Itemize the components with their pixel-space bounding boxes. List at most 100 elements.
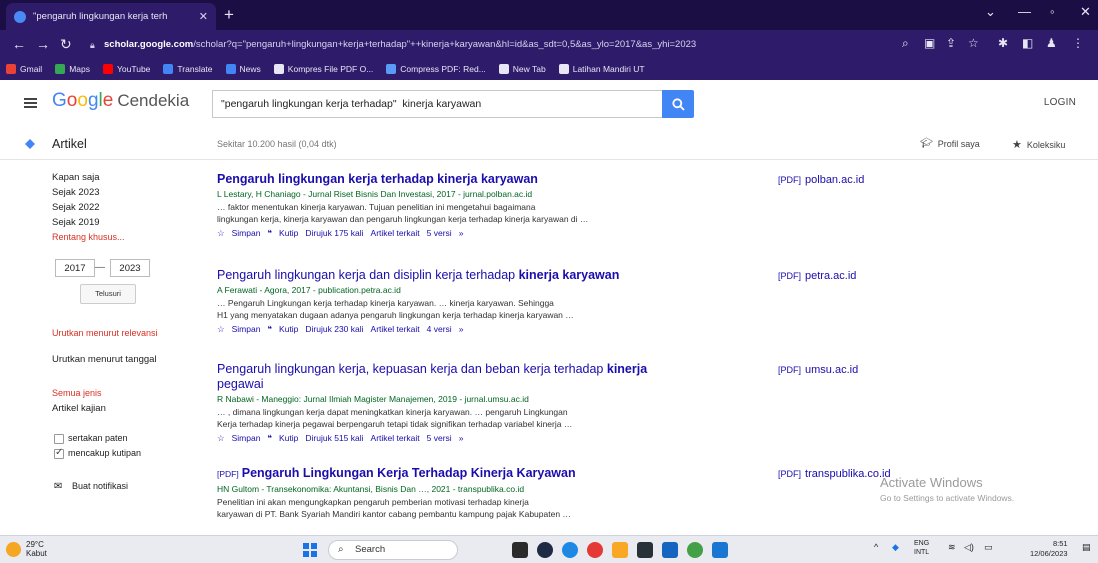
tab-search-chevron-icon[interactable]: ⌄ [985, 4, 996, 20]
save-link[interactable]: Simpan [232, 323, 261, 335]
bookmark-item[interactable]: Compress PDF: Red... [386, 64, 486, 74]
close-window-button[interactable]: ✕ [1080, 4, 1091, 20]
cited-by-link[interactable]: Dirujuk 515 kali [305, 432, 363, 444]
more-options-link[interactable]: » [459, 323, 464, 335]
apply-range-button[interactable]: Telusuri [80, 284, 136, 304]
mail-app-icon[interactable] [662, 542, 678, 558]
pdf-source-link[interactable]: [PDF] petra.ac.id [778, 270, 856, 282]
save-star-icon[interactable]: ☆ [217, 227, 225, 239]
result-title-link[interactable]: Pengaruh lingkungan kerja dan disiplin k… [217, 268, 762, 283]
pdf-source-link[interactable]: [PDF] transpublika.co.id [778, 468, 891, 480]
reload-button[interactable]: ↻ [60, 36, 72, 52]
filter-since-2022[interactable]: Sejak 2022 [52, 202, 100, 213]
profile-icon[interactable]: ♟ [1046, 36, 1057, 50]
taskbar-clock[interactable]: 8:51 12/06/2023 [1030, 539, 1068, 559]
save-link[interactable]: Simpan [232, 227, 261, 239]
app-icon-red[interactable] [587, 542, 603, 558]
sidepanel-icon[interactable]: ◧ [1022, 36, 1033, 50]
windows-start-icon[interactable] [303, 543, 317, 557]
related-articles-link[interactable]: Artikel terkait [371, 227, 420, 239]
taskbar-search-box[interactable]: ⌕ Search [328, 540, 458, 560]
tray-app-icon[interactable]: ◆ [892, 542, 899, 553]
extensions-icon[interactable]: ✱ [998, 36, 1008, 50]
filter-since-2023[interactable]: Sejak 2023 [52, 187, 100, 198]
close-tab-icon[interactable]: ✕ [199, 10, 208, 23]
sort-by-relevance[interactable]: Urutkan menurut relevansi [52, 328, 162, 339]
share-icon[interactable]: ⇪ [946, 36, 956, 50]
menu-kebab-icon[interactable]: ⋮ [1072, 36, 1084, 50]
pdf-source-link[interactable]: [PDF] umsu.ac.id [778, 364, 858, 376]
restore-window-button[interactable]: ◦ [1050, 4, 1055, 19]
result-title-link[interactable]: Pengaruh lingkungan kerja terhadap kiner… [217, 172, 762, 187]
more-options-link[interactable]: » [459, 227, 464, 239]
notification-icon[interactable]: ▤ [1082, 542, 1091, 553]
translate-icon[interactable]: ▣ [924, 36, 935, 50]
bookmark-star-icon[interactable]: ☆ [968, 36, 979, 50]
result-title-link[interactable]: Pengaruh lingkungan kerja, kepuasan kerj… [217, 362, 762, 392]
related-articles-link[interactable]: Artikel terkait [371, 323, 420, 335]
sort-by-date[interactable]: Urutkan menurut tanggal [52, 354, 157, 365]
filter-all-types[interactable]: Semua jenis [52, 388, 102, 398]
bookmark-item[interactable]: Translate [163, 64, 213, 74]
chat-icon[interactable] [537, 542, 553, 558]
save-star-icon[interactable]: ☆ [217, 323, 225, 335]
profile-link[interactable]: 🎓︎ Profil saya [920, 138, 980, 149]
artikel-label[interactable]: Artikel [52, 137, 87, 151]
google-scholar-logo[interactable]: Google Cendekia [52, 90, 189, 112]
file-explorer-icon[interactable] [612, 542, 628, 558]
bookmark-item[interactable]: Gmail [6, 64, 42, 74]
versions-link[interactable]: 5 versi [427, 227, 452, 239]
filter-since-2019[interactable]: Sejak 2019 [52, 217, 100, 228]
save-link[interactable]: Simpan [232, 432, 261, 444]
versions-link[interactable]: 5 versi [427, 432, 452, 444]
year-from-input[interactable] [55, 259, 95, 277]
word-icon[interactable] [712, 542, 728, 558]
tray-chevron-icon[interactable]: ^ [874, 542, 878, 552]
cite-quote-icon[interactable]: ❝ [267, 432, 272, 444]
bookmark-item[interactable]: Latihan Mandiri UT [558, 64, 645, 74]
cited-by-link[interactable]: Dirujuk 175 kali [305, 227, 363, 239]
versions-link[interactable]: 4 versi [427, 323, 452, 335]
store-icon[interactable] [637, 542, 653, 558]
search-input[interactable] [212, 90, 662, 118]
cite-link[interactable]: Kutip [279, 432, 298, 444]
create-alert-link[interactable]: Buat notifikasi [72, 481, 128, 491]
login-link[interactable]: LOGIN [1044, 97, 1076, 108]
cite-link[interactable]: Kutip [279, 323, 298, 335]
zoom-icon[interactable]: ⌕ [902, 36, 909, 51]
result-title-link[interactable]: [PDF] Pengaruh Lingkungan Kerja Terhadap … [217, 466, 762, 482]
cite-quote-icon[interactable]: ❝ [267, 227, 272, 239]
library-link[interactable]: ★ Koleksiku [1012, 138, 1065, 151]
bookmark-item[interactable]: YouTube [103, 64, 150, 74]
weather-widget[interactable]: 29°C Kabut [26, 540, 47, 558]
bookmark-item[interactable]: Kompres File PDF O... [273, 64, 373, 74]
bookmark-item[interactable]: News [225, 64, 261, 74]
edge-browser-icon[interactable] [562, 542, 578, 558]
related-articles-link[interactable]: Artikel terkait [371, 432, 420, 444]
cite-quote-icon[interactable]: ❝ [267, 323, 272, 335]
pdf-source-link[interactable]: [PDF] polban.ac.id [778, 174, 864, 186]
new-tab-button[interactable]: + [224, 5, 234, 25]
filter-any-time[interactable]: Kapan saja [52, 172, 100, 183]
chrome-icon[interactable] [687, 542, 703, 558]
search-button[interactable] [662, 90, 694, 118]
filter-review-articles[interactable]: Artikel kajian [52, 403, 106, 414]
bookmark-item[interactable]: Maps [55, 64, 90, 74]
filter-custom-range[interactable]: Rentang khusus... [52, 232, 125, 242]
wifi-icon[interactable]: ≋ [948, 542, 956, 553]
cite-link[interactable]: Kutip [279, 227, 298, 239]
include-citations-checkbox[interactable] [54, 447, 64, 459]
include-patents-checkbox[interactable] [54, 434, 64, 444]
forward-button[interactable]: → [36, 36, 50, 52]
more-options-link[interactable]: » [459, 432, 464, 444]
battery-icon[interactable]: ▭ [984, 542, 993, 553]
save-star-icon[interactable]: ☆ [217, 432, 225, 444]
back-button[interactable]: ← [12, 36, 26, 52]
cited-by-link[interactable]: Dirujuk 230 kali [305, 323, 363, 335]
task-view-icon[interactable] [512, 542, 528, 558]
browser-tab-active[interactable]: "pengaruh lingkungan kerja terh ✕ [6, 3, 216, 30]
hamburger-menu-icon[interactable] [24, 98, 37, 108]
minimize-window-button[interactable]: — [1018, 4, 1031, 19]
bookmark-item[interactable]: New Tab [498, 64, 546, 74]
year-to-input[interactable] [110, 259, 150, 277]
